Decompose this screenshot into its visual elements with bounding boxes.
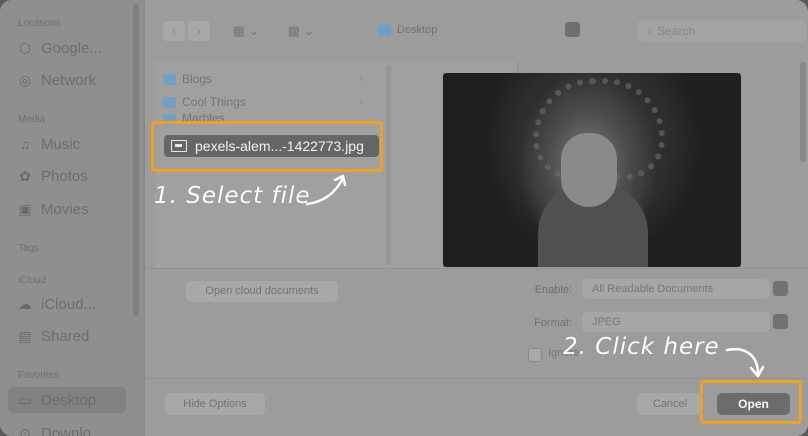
folder-label: Cool Things [182,95,246,109]
photos-icon: ✿ [19,168,31,184]
folder-icon [378,24,391,36]
step1-arrow-icon [305,174,347,206]
file-highlight-box [151,121,383,172]
sidebar-section-icloud: iCloud [18,275,47,286]
sidebar-item-icloud-drive[interactable]: ☁ iCloud... [16,291,96,317]
sidebar-item-network[interactable]: ◎ Network [16,67,96,93]
format-select[interactable]: JPEG [582,312,788,332]
search-field[interactable]: ⌕ Search [637,20,807,42]
ignore-checkbox[interactable] [528,348,542,362]
sidebar-item-music[interactable]: ♫ Music [16,131,80,157]
download-icon: ⊙ [19,425,31,436]
preview-scrollbar[interactable] [800,62,806,162]
view-mode-button[interactable]: ▦ ⌄ [228,21,264,41]
sidebar-item-downloads[interactable]: ⊙ Downlo... [16,420,104,436]
sidebar-item-label: Desktop [41,391,97,409]
sidebar-section-favorites: Favorites [18,370,60,381]
enable-label: Enable: [534,284,572,296]
sidebar-section-locations: Locations [18,18,61,29]
folder-icon [163,73,176,85]
enable-select[interactable]: All Readable Documents [582,279,788,299]
sidebar-item-label: Network [41,71,97,89]
movies-icon: ▣ [18,201,32,217]
location-popup[interactable]: Desktop [378,18,580,42]
step2-annotation: 2. Click here [563,334,720,360]
open-highlight-box [700,380,802,424]
chevron-updown-icon [565,22,580,37]
sidebar-item-label: Downlo... [41,424,104,436]
sidebar-item-label: iCloud... [41,295,97,313]
chevron-right-icon: › [359,73,363,85]
sidebar-section-media: Media [18,114,46,125]
cancel-button[interactable]: Cancel [637,393,703,415]
music-icon: ♫ [19,136,31,152]
open-cloud-documents-button[interactable]: Open cloud documents [186,281,338,302]
preview-face [561,133,617,207]
group-icon: ▩ ⌄ [287,23,315,38]
location-label: Desktop [397,24,438,36]
grid-view-icon: ▦ ⌄ [232,23,260,38]
search-placeholder: Search [657,24,696,38]
sidebar-item-photos[interactable]: ✿ Photos [16,163,88,189]
open-file-dialog: Locations ⬡ Google... ◎ Network Media ♫ … [0,0,808,436]
list-item[interactable]: Cool Things › [163,91,363,113]
chevron-right-icon: › [359,96,363,108]
format-value: JPEG [592,316,621,328]
network-icon: ◎ [18,72,32,88]
toolbar: ‹ › ▦ ⌄ ▩ ⌄ Desktop ⌕ Search [145,0,808,62]
step1-annotation: 1. Select file [154,183,311,209]
search-icon: ⌕ [647,24,658,38]
shared-icon: ▤ [18,328,32,344]
step2-arrow-icon [725,347,765,378]
sidebar-item-label: Music [41,135,81,153]
sidebar-item-movies[interactable]: ▣ Movies [16,196,89,222]
sidebar-section-tags: Tags [18,243,40,254]
sidebar-item-google[interactable]: ⬡ Google... [16,35,102,61]
image-preview [443,73,741,267]
column-divider[interactable] [386,65,391,265]
sidebar-item-label: Movies [41,200,89,218]
list-item[interactable]: Blogs › [163,68,363,90]
sidebar-scrollbar[interactable] [133,4,139,316]
sidebar-item-shared[interactable]: ▤ Shared [16,323,89,349]
folder-icon [163,96,176,108]
group-mode-button[interactable]: ▩ ⌄ [283,21,319,41]
drive-icon: ⬡ [18,40,32,56]
sidebar: Locations ⬡ Google... ◎ Network Media ♫ … [0,0,145,436]
hide-options-button[interactable]: Hide Options [165,393,265,415]
chevron-updown-icon [773,281,788,296]
forward-button[interactable]: › [188,21,210,41]
format-label: Format: [534,317,572,329]
sidebar-item-desktop[interactable]: ▭ Desktop [8,387,126,413]
options-panel: Open cloud documents Enable: All Readabl… [145,268,808,379]
folder-label: Blogs [182,72,213,86]
back-button[interactable]: ‹ [163,21,185,41]
sidebar-item-label: Google... [41,39,102,57]
chevron-updown-icon [773,314,788,329]
desktop-icon: ▭ [18,392,32,408]
enable-value: All Readable Documents [592,283,714,295]
sidebar-item-label: Photos [41,167,88,185]
cloud-icon: ☁ [18,296,32,312]
sidebar-item-label: Shared [41,327,90,345]
